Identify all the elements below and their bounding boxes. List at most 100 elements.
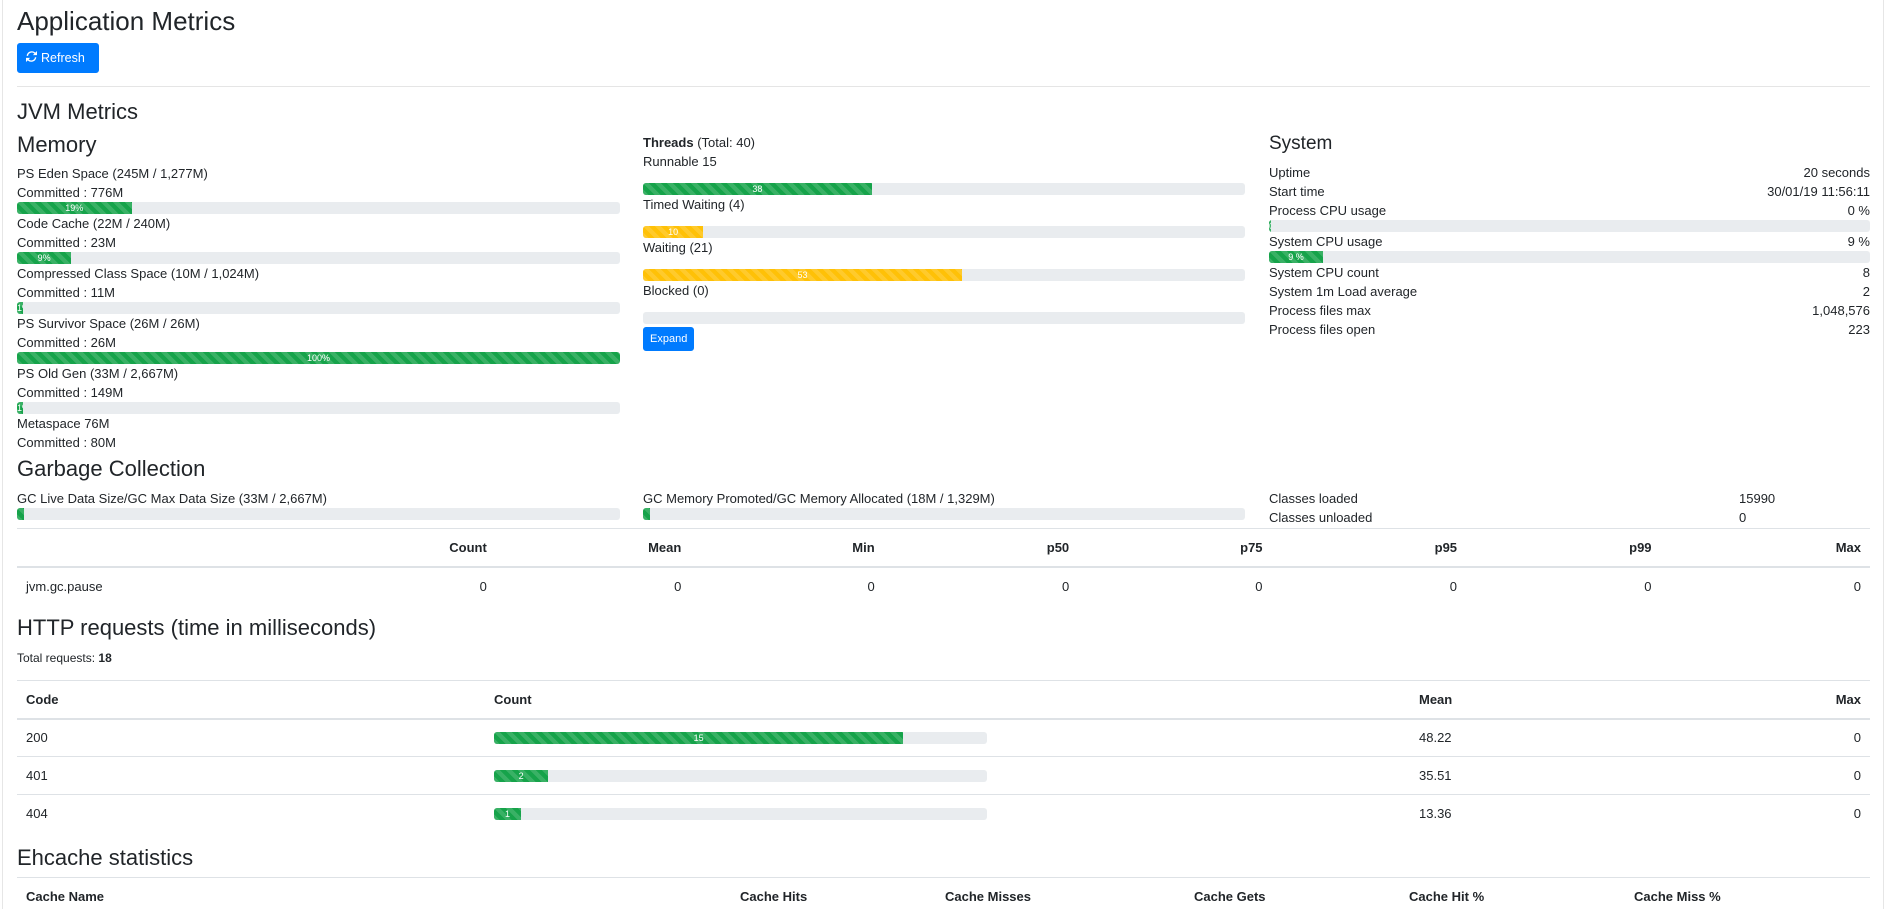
thread-state-label: Runnable 15: [643, 154, 717, 169]
thread-state-label: Waiting (21): [643, 240, 713, 255]
system-column: Uptime 20 seconds Start time 30/01/19 11:5…: [1269, 163, 1870, 339]
table-cell: jvm.gc.pause: [26, 578, 103, 594]
max-cell: 0: [1470, 718, 1870, 757]
start-time-row: Start time 30/01/19 11:56:11: [1269, 182, 1870, 201]
mean-cell: 13.36: [1410, 794, 1470, 833]
gc-heading: Garbage Collection: [17, 456, 206, 481]
memory-item-name: Compressed Class Space (10M / 1,024M): [17, 266, 260, 281]
classes-info: Classes loaded 15990 Classes unloaded 0: [1269, 489, 1870, 527]
page-title: Application Metrics: [17, 6, 236, 36]
column-header: Count: [485, 680, 1410, 720]
ehcache-heading: Ehcache statistics: [17, 845, 194, 870]
memory-item: PS Eden Space (245M / 1,277M) Committed …: [17, 164, 620, 214]
memory-item-name: PS Eden Space (245M / 1,277M): [17, 166, 208, 181]
load-average-label: System 1m Load average: [1269, 284, 1418, 299]
files-max-row: Process files max 1,048,576: [1269, 301, 1870, 320]
column-header: Cache Hit %: [1400, 877, 1625, 916]
memory-item-name: PS Old Gen (33M / 2,667M): [17, 366, 179, 381]
column-header: Max: [1660, 528, 1870, 568]
status-code: 200: [17, 718, 485, 757]
memory-progress: 19%: [17, 202, 620, 214]
column-header: Count: [125, 528, 496, 568]
gc-memory-promoted: GC Memory Promoted/GC Memory Allocated (…: [643, 489, 1245, 520]
thread-progress: 0: [643, 312, 1245, 324]
memory-item-committed: Committed : 23M: [17, 235, 116, 250]
memory-progress: 100%: [17, 352, 620, 364]
classes-unloaded-row: Classes unloaded 0: [1269, 508, 1870, 527]
count-cell: 2: [485, 756, 1410, 795]
table-cell: 0: [479, 578, 487, 594]
column-header: Cache Name: [17, 877, 731, 916]
total-requests-value: 18: [98, 651, 112, 665]
column-header: p99: [1466, 528, 1661, 568]
mean-cell: 35.51: [1410, 756, 1470, 795]
column-header: Cache Misses: [936, 877, 1185, 916]
sync-icon: [26, 44, 37, 72]
column-header: Code: [17, 680, 485, 720]
memory-progress-bar: 19%: [17, 202, 132, 214]
memory-heading: Memory: [17, 132, 97, 157]
max-cell: 0: [1470, 794, 1870, 833]
gc-promoted-bar: [643, 508, 650, 520]
uptime-label: Uptime: [1269, 165, 1311, 180]
gc-live-bar: [17, 508, 24, 520]
column-header: p75: [1078, 528, 1272, 568]
total-requests-label: Total requests:: [17, 651, 96, 665]
table-header-row: Code Count Mean Max: [17, 680, 1870, 720]
process-cpu-progress: 0 %: [1269, 220, 1870, 232]
memory-progress-bar: 1%: [17, 302, 24, 314]
memory-item-committed: Committed : 149M: [17, 385, 124, 400]
system-cpu-row: System CPU usage 9 %: [1269, 232, 1870, 251]
count-cell: 15: [485, 718, 1410, 757]
column-header: Cache Hits: [731, 877, 936, 916]
classes-loaded-value: 15990: [1739, 491, 1776, 506]
column-header: p50: [883, 528, 1079, 568]
column-header: Cache Gets: [1185, 877, 1400, 916]
process-cpu-row: Process CPU usage 0 %: [1269, 201, 1870, 220]
gc-promoted-progress: [643, 508, 1245, 520]
table-row: 401 2 35.51 0: [17, 756, 1870, 795]
cpu-count-row: System CPU count 8: [1269, 263, 1870, 282]
memory-item-name: Metaspace 76M: [17, 416, 110, 431]
thread-state-label: Blocked (0): [643, 283, 709, 298]
table-cell: 0: [1449, 578, 1458, 594]
status-code: 404: [17, 794, 485, 833]
gc-promoted-label: GC Memory Promoted/GC Memory Allocated (…: [643, 491, 995, 506]
uptime-row: Uptime 20 seconds: [1269, 163, 1870, 182]
classes-loaded-row: Classes loaded 15990: [1269, 489, 1870, 508]
status-code: 401: [17, 756, 485, 795]
refresh-label: Refresh: [41, 51, 85, 65]
table-cell: 0: [1644, 578, 1652, 594]
threads-column: Threads (Total: 40) Runnable 15 38 Timed…: [643, 133, 1245, 351]
memory-progress: 1%: [17, 302, 620, 314]
system-cpu-progress: 9 %: [1269, 251, 1870, 263]
expand-threads-button[interactable]: Expand: [643, 327, 695, 351]
table-row: jvm.gc.pause 0 0 0 0 0 0 0 0: [17, 567, 1870, 605]
table-cell: 0: [1061, 578, 1070, 594]
memory-column: PS Eden Space (245M / 1,277M) Committed …: [17, 164, 620, 452]
count-bar: 1: [494, 807, 522, 820]
system-cpu-value: 9 %: [1847, 234, 1870, 249]
total-requests: Total requests: 18: [17, 651, 112, 665]
files-open-row: Process files open 223: [1269, 320, 1870, 339]
memory-progress-bar: 9%: [17, 252, 72, 264]
classes-unloaded-label: Classes unloaded: [1269, 510, 1373, 525]
http-requests-table: Code Count Mean Max 200 15 48.22 0 401 2…: [17, 680, 1870, 833]
files-open-label: Process files open: [1269, 322, 1376, 337]
memory-item: Code Cache (22M / 240M) Committed : 23M …: [17, 214, 620, 264]
process-cpu-bar: 0 %: [1269, 220, 1271, 232]
thread-progress: 38: [643, 183, 1245, 195]
memory-item-committed: Committed : 80M: [17, 435, 116, 450]
thread-progress: 10: [643, 226, 1245, 238]
count-bar: 2: [494, 769, 549, 782]
process-cpu-label: Process CPU usage: [1269, 203, 1387, 218]
jvm-metrics-heading: JVM Metrics: [17, 99, 138, 124]
system-cpu-label: System CPU usage: [1269, 234, 1383, 249]
column-header: Cache Miss %: [1625, 877, 1870, 916]
refresh-button[interactable]: Refresh: [17, 43, 99, 73]
mean-cell: 48.22: [1410, 718, 1470, 757]
files-max-label: Process files max: [1269, 303, 1371, 318]
load-average-row: System 1m Load average 2: [1269, 282, 1870, 301]
scrollbar-track[interactable]: [1883, 0, 1884, 909]
thread-progress: 53: [643, 269, 1245, 281]
